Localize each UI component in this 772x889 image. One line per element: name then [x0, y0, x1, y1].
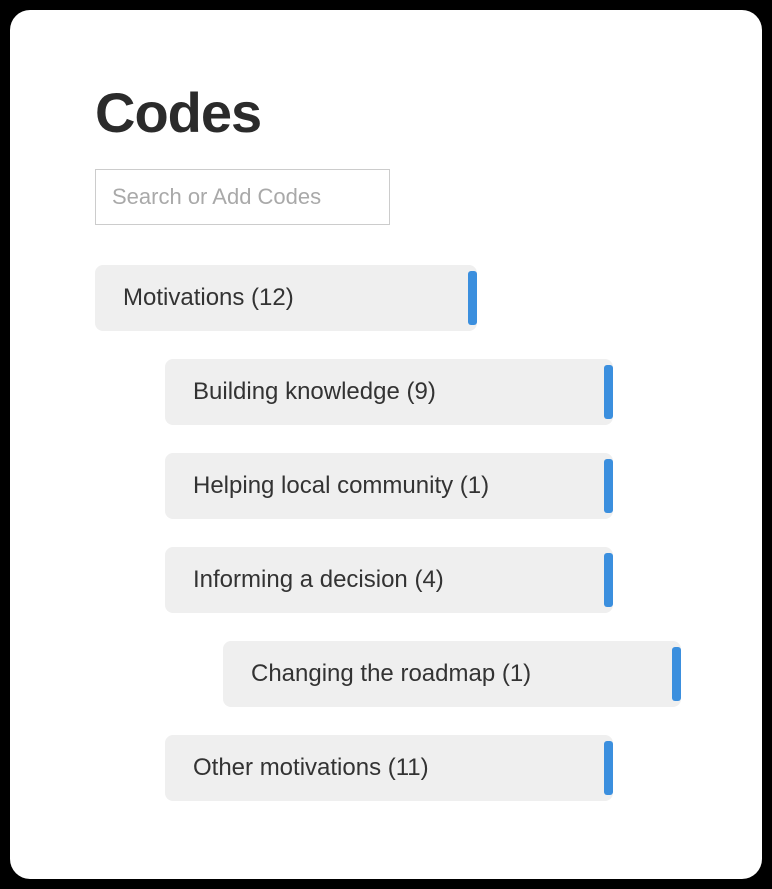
page-title: Codes	[95, 80, 702, 145]
code-label: Helping local community (1)	[193, 472, 489, 500]
code-item-helping-local-community[interactable]: Helping local community (1)	[165, 453, 613, 519]
code-item-other-motivations[interactable]: Other motivations (11)	[165, 735, 613, 801]
code-label: Changing the roadmap (1)	[251, 660, 531, 688]
search-input[interactable]	[95, 169, 390, 225]
code-item-building-knowledge[interactable]: Building knowledge (9)	[165, 359, 613, 425]
code-item-changing-the-roadmap[interactable]: Changing the roadmap (1)	[223, 641, 681, 707]
code-label: Informing a decision (4)	[193, 566, 444, 594]
code-color-stripe	[604, 553, 613, 607]
code-color-stripe	[672, 647, 681, 701]
code-item-motivations[interactable]: Motivations (12)	[95, 265, 477, 331]
code-label: Building knowledge (9)	[193, 378, 436, 406]
code-list: Motivations (12) Building knowledge (9) …	[95, 265, 702, 801]
code-color-stripe	[604, 365, 613, 419]
code-item-informing-a-decision[interactable]: Informing a decision (4)	[165, 547, 613, 613]
code-color-stripe	[604, 459, 613, 513]
codes-panel: Codes Motivations (12) Building knowledg…	[10, 10, 762, 879]
code-color-stripe	[468, 271, 477, 325]
code-color-stripe	[604, 741, 613, 795]
code-label: Other motivations (11)	[193, 754, 429, 782]
code-label: Motivations (12)	[123, 284, 294, 312]
